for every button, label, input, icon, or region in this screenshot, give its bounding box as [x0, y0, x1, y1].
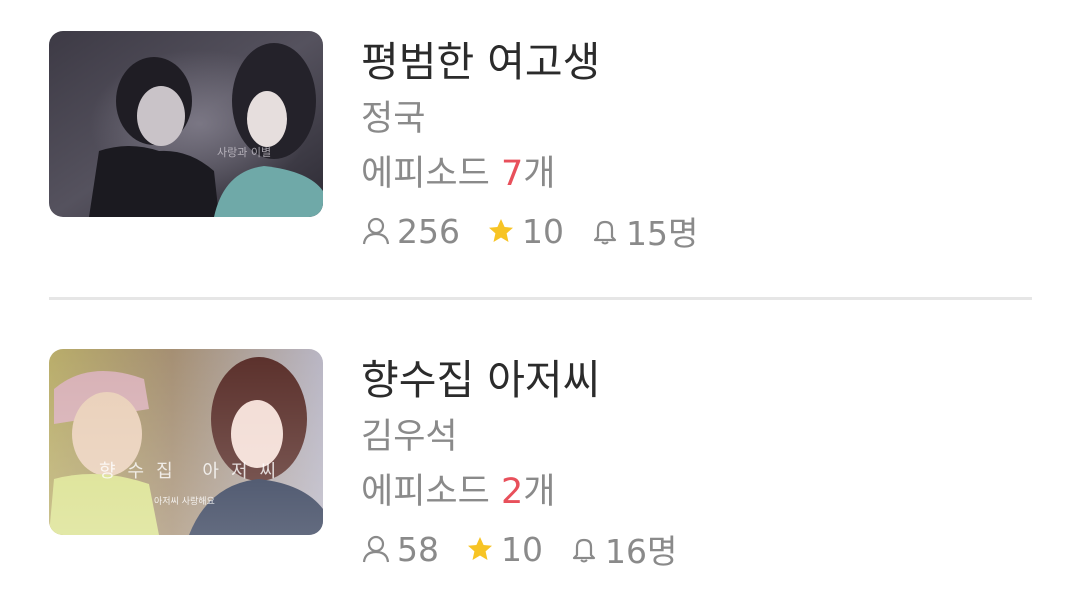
- story-list: 사랑과 이별 평범한 여고생 정국 에피소드 7개 256 10 15명 향수집…: [0, 0, 1080, 598]
- subscribers-stat: 16명: [569, 525, 677, 573]
- list-divider: [49, 297, 1032, 300]
- bell-icon: [593, 220, 617, 245]
- episode-number: 2: [500, 472, 524, 512]
- readers-count: 256: [397, 211, 460, 251]
- episode-suffix: 개: [523, 472, 556, 512]
- readers-stat: 58: [361, 530, 439, 569]
- rating-stat: 10: [465, 530, 543, 569]
- rating-value: 10: [501, 529, 543, 569]
- story-cover-image[interactable]: 향수집 아저씨 아저씨 사랑해요: [49, 349, 323, 535]
- svg-text:사랑과 이별: 사랑과 이별: [217, 146, 271, 159]
- story-item[interactable]: 향수집 아저씨 아저씨 사랑해요 향수집 아저씨 김우석 에피소드 2개 58: [49, 349, 1032, 579]
- readers-stat: 256: [361, 212, 460, 251]
- story-stats: 58 10 16명: [361, 527, 703, 571]
- episode-number: 7: [500, 154, 524, 194]
- story-author: 김우석: [361, 417, 458, 457]
- episode-prefix: 에피소드: [361, 154, 501, 194]
- story-stats: 256 10 15명: [361, 209, 724, 253]
- story-cover-image[interactable]: 사랑과 이별: [49, 31, 323, 217]
- episode-count: 에피소드 2개: [361, 470, 555, 514]
- episode-count: 에피소드 7개: [361, 152, 555, 196]
- subscribers-stat: 15명: [590, 207, 698, 255]
- rating-stat: 10: [486, 212, 564, 251]
- subscribers-count: 15명: [626, 214, 699, 253]
- subscribers-count: 16명: [605, 532, 678, 571]
- story-title[interactable]: 향수집 아저씨: [361, 355, 600, 405]
- rating-value: 10: [522, 211, 564, 251]
- star-icon: [489, 219, 513, 242]
- episode-prefix: 에피소드: [361, 472, 501, 512]
- svg-text:아저씨 사랑해요: 아저씨 사랑해요: [154, 495, 215, 507]
- person-icon: [362, 535, 390, 563]
- story-item[interactable]: 사랑과 이별 평범한 여고생 정국 에피소드 7개 256 10 15명: [49, 31, 1032, 261]
- person-icon: [362, 217, 390, 245]
- bell-icon: [572, 538, 596, 563]
- story-author: 정국: [361, 99, 426, 139]
- episode-suffix: 개: [523, 154, 556, 194]
- svg-text:향수집 아저씨: 향수집 아저씨: [99, 461, 288, 482]
- readers-count: 58: [397, 529, 439, 569]
- star-icon: [468, 537, 492, 560]
- story-title[interactable]: 평범한 여고생: [361, 37, 600, 87]
